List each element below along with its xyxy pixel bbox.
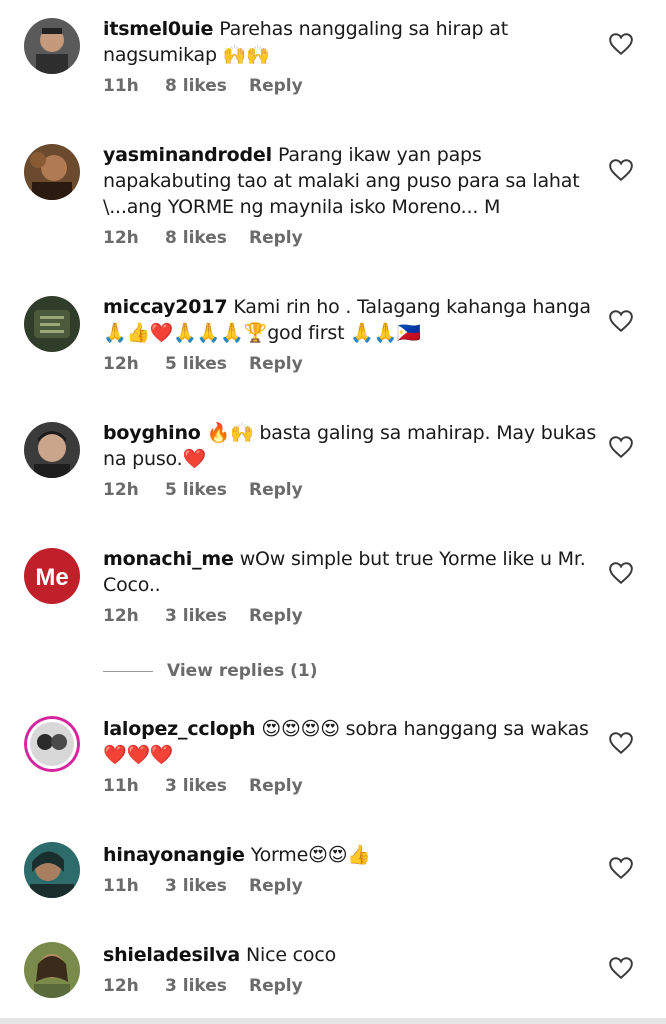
comment-likes[interactable]: 3 likes — [165, 976, 249, 996]
avatar-monogram: Me — [35, 564, 68, 591]
comment-body: Nice coco — [246, 944, 337, 966]
avatar-image — [24, 842, 80, 898]
reply-button[interactable]: Reply — [249, 354, 303, 374]
like-heart-icon[interactable] — [608, 731, 634, 755]
comment-meta: 12h 5 likes Reply — [103, 354, 608, 374]
comment-time: 12h — [103, 606, 139, 626]
reply-button[interactable]: Reply — [249, 976, 303, 996]
comment-likes[interactable]: 8 likes — [165, 76, 249, 96]
comment-username[interactable]: monachi_me — [103, 548, 234, 570]
avatar[interactable] — [24, 842, 80, 898]
avatar-image — [24, 716, 80, 772]
avatar-image — [24, 422, 80, 478]
comment-username[interactable]: shieladesilva — [103, 944, 240, 966]
like-heart-icon[interactable] — [608, 32, 634, 56]
comment-username[interactable]: miccay2017 — [103, 296, 228, 318]
avatar-image — [24, 942, 80, 998]
comment-likes[interactable]: 5 likes — [165, 354, 249, 374]
comment-text: yasminandrodel Parang ikaw yan paps napak… — [103, 142, 608, 220]
avatar-image: Me — [24, 548, 80, 604]
comment-time: 12h — [103, 976, 139, 996]
comment-username[interactable]: lalopez_ccloph — [103, 718, 256, 740]
comment-likes[interactable]: 3 likes — [165, 606, 249, 626]
like-heart-icon[interactable] — [608, 956, 634, 980]
avatar[interactable] — [24, 18, 80, 74]
comment-likes[interactable]: 5 likes — [165, 480, 249, 500]
avatar-image — [24, 18, 80, 74]
comment-text: miccay2017 Kami rin ho . Talagang kahanga… — [103, 294, 608, 346]
comment-time: 11h — [103, 776, 139, 796]
avatar[interactable] — [24, 144, 80, 200]
view-replies-label: View replies (1) — [167, 661, 318, 681]
comment-username[interactable]: boyghino — [103, 422, 201, 444]
comment-meta: 12h 3 likes Reply — [103, 606, 608, 626]
comment-text: shieladesilva Nice coco — [103, 942, 608, 968]
like-heart-icon[interactable] — [608, 856, 634, 880]
comment-likes[interactable]: 3 likes — [165, 776, 249, 796]
reply-button[interactable]: Reply — [249, 480, 303, 500]
reply-button[interactable]: Reply — [249, 606, 303, 626]
comment-meta: 12h 5 likes Reply — [103, 480, 608, 500]
like-heart-icon[interactable] — [608, 158, 634, 182]
comment-meta: 12h 8 likes Reply — [103, 228, 608, 248]
like-heart-icon[interactable] — [608, 435, 634, 459]
reply-button[interactable]: Reply — [249, 876, 303, 896]
avatar[interactable]: Me — [24, 548, 80, 604]
comment-username[interactable]: itsmel0uie — [103, 18, 213, 40]
comment-meta: 11h 3 likes Reply — [103, 876, 608, 896]
avatar[interactable] — [24, 942, 80, 998]
reply-button[interactable]: Reply — [249, 776, 303, 796]
comment-text: itsmel0uie Parehas nanggaling sa hirap at… — [103, 16, 608, 68]
comment-time: 11h — [103, 76, 139, 96]
comment-text: lalopez_ccloph 😍😍😍😍 sobra hanggang sa wak… — [103, 716, 608, 768]
comments-feed: itsmel0uie Parehas nanggaling sa hirap at… — [0, 0, 666, 1024]
like-heart-icon[interactable] — [608, 561, 634, 585]
comment-time: 12h — [103, 480, 139, 500]
comment-text: monachi_me wOw simple but true Yorme like… — [103, 546, 608, 598]
bottom-divider — [0, 1018, 666, 1024]
reply-button[interactable]: Reply — [249, 228, 303, 248]
comment-meta: 11h 8 likes Reply — [103, 76, 608, 96]
comment-text: hinayonangie Yorme😍😍👍 — [103, 842, 608, 868]
comment-username[interactable]: yasminandrodel — [103, 144, 272, 166]
replies-divider — [103, 670, 153, 672]
avatar-image — [24, 296, 80, 352]
comment-body: Yorme😍😍👍 — [250, 844, 371, 866]
reply-button[interactable]: Reply — [249, 76, 303, 96]
comment-likes[interactable]: 3 likes — [165, 876, 249, 896]
comment-time: 11h — [103, 876, 139, 896]
comment-meta: 11h 3 likes Reply — [103, 776, 608, 796]
comment-username[interactable]: hinayonangie — [103, 844, 245, 866]
comment-meta: 12h 3 likes Reply — [103, 976, 608, 996]
view-replies-link[interactable]: View replies (1) — [103, 661, 318, 681]
avatar-image — [24, 144, 80, 200]
avatar[interactable] — [24, 422, 80, 478]
comment-time: 12h — [103, 228, 139, 248]
like-heart-icon[interactable] — [608, 309, 634, 333]
comment-likes[interactable]: 8 likes — [165, 228, 249, 248]
comment-text: boyghino 🔥🙌 basta galing sa mahirap. May … — [103, 420, 608, 472]
avatar[interactable] — [24, 716, 80, 772]
comment-time: 12h — [103, 354, 139, 374]
avatar[interactable] — [24, 296, 80, 352]
